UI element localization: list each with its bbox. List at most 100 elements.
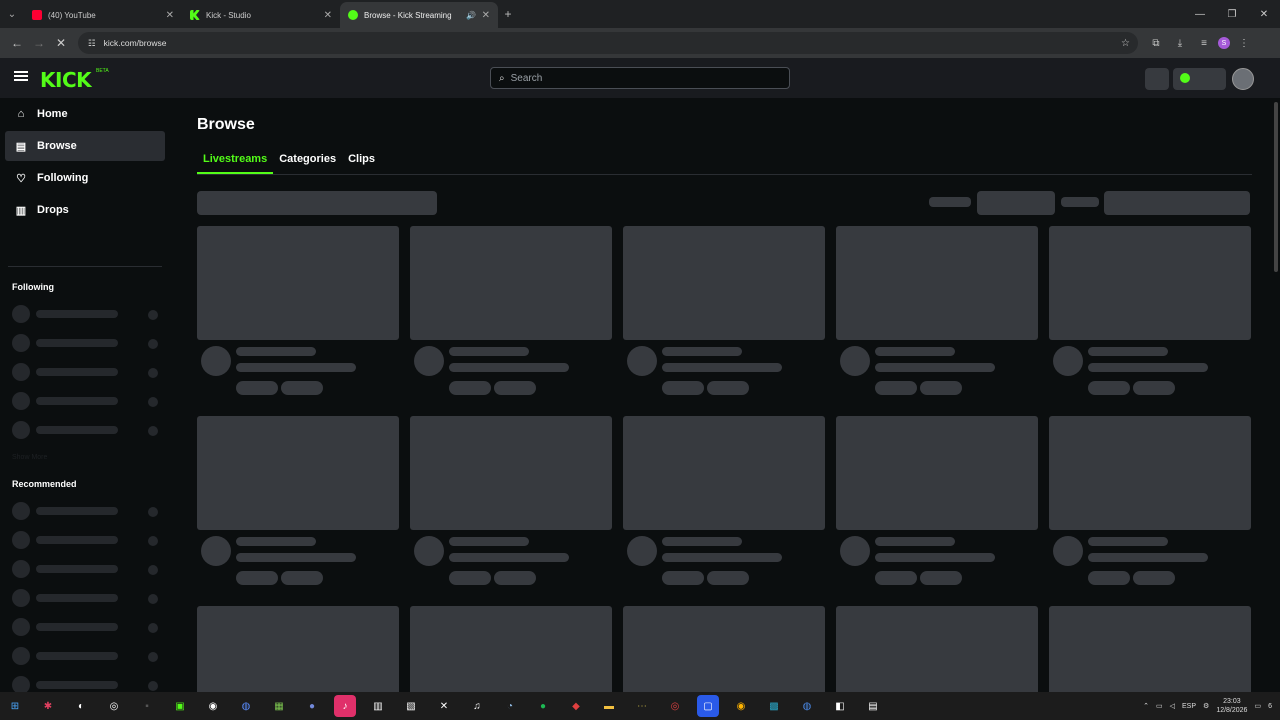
stream-card-tag xyxy=(449,571,491,585)
menu-dots-icon[interactable]: ⋮ xyxy=(1234,33,1254,53)
clock[interactable]: 23:03 12/8/2026 xyxy=(1216,697,1247,715)
stop-loading-button[interactable]: ✕ xyxy=(50,32,72,54)
recommended-skeleton-row xyxy=(12,676,162,692)
sidebar: ⌂ Home ▤ Browse ♡ Following ▥ Drops Foll… xyxy=(0,98,170,692)
stream-card-avatar xyxy=(627,536,657,566)
app-icon[interactable]: ✕ xyxy=(433,695,455,717)
app-icon[interactable]: ▪ xyxy=(136,695,158,717)
notification-icon[interactable]: ▭ xyxy=(1254,702,1261,710)
app-icon[interactable]: ▧ xyxy=(400,695,422,717)
extensions-icon[interactable]: ⧉ xyxy=(1146,33,1166,53)
app-icon[interactable]: ◎ xyxy=(664,695,686,717)
sidebar-item-home[interactable]: ⌂ Home xyxy=(5,99,165,129)
language-indicator[interactable]: ESP xyxy=(1182,703,1196,710)
following-skeleton-row xyxy=(12,305,162,323)
app-icon[interactable]: ◎ xyxy=(103,695,125,717)
sidebar-item-label: Drops xyxy=(37,204,69,216)
app-icon[interactable]: ◐ xyxy=(70,695,92,717)
search-input[interactable] xyxy=(510,72,771,84)
chrome-icon[interactable]: ◉ xyxy=(730,695,752,717)
close-icon[interactable]: ✕ xyxy=(324,10,332,21)
file-explorer-icon[interactable]: ▬ xyxy=(598,695,620,717)
tab-categories[interactable]: Categories xyxy=(273,152,342,174)
browse-icon: ▤ xyxy=(15,140,27,153)
media-control-icon[interactable]: ≡ xyxy=(1194,33,1214,53)
tab-clips[interactable]: Clips xyxy=(342,152,381,174)
site-info-icon[interactable]: ☷ xyxy=(88,38,96,49)
discord-icon[interactable]: ● xyxy=(301,695,323,717)
app-icon[interactable]: ▥ xyxy=(367,695,389,717)
app-icon[interactable]: ◍ xyxy=(796,695,818,717)
app-icon[interactable]: ◧ xyxy=(829,695,851,717)
sidebar-item-browse[interactable]: ▤ Browse xyxy=(5,131,165,161)
home-icon: ⌂ xyxy=(17,108,25,120)
close-icon[interactable]: ✕ xyxy=(482,10,490,21)
tab-browse-kick[interactable]: Browse - Kick Streaming 🔊 ✕ xyxy=(340,2,498,28)
stream-card-channel xyxy=(662,553,782,562)
windows-start-icon[interactable]: ⊞ xyxy=(4,695,26,717)
forward-button[interactable]: → xyxy=(28,32,50,54)
stream-card-channel xyxy=(875,553,995,562)
close-icon[interactable]: ✕ xyxy=(166,10,174,21)
stream-card-thumbnail xyxy=(410,226,612,340)
sidebar-item-drops[interactable]: ▥ Drops xyxy=(5,195,165,225)
app-icon[interactable]: ▦ xyxy=(268,695,290,717)
tab-title: Browse - Kick Streaming xyxy=(364,10,452,20)
network-icon[interactable]: ▭ xyxy=(1156,702,1163,710)
user-avatar[interactable] xyxy=(1232,68,1254,90)
maximize-icon[interactable]: ❐ xyxy=(1216,0,1248,28)
download-icon[interactable]: ⤓ xyxy=(1170,33,1190,53)
stream-card-thumbnail xyxy=(623,606,825,692)
page-scrollbar[interactable] xyxy=(1274,102,1278,272)
recommended-skeleton-row xyxy=(12,589,162,607)
show-more-link[interactable]: Show More xyxy=(12,454,47,461)
tab-livestreams[interactable]: Livestreams xyxy=(197,152,274,174)
stream-card-tag xyxy=(1133,571,1175,585)
stream-card-title xyxy=(236,537,316,546)
app-icon[interactable]: ⋯ xyxy=(631,695,653,717)
app-icon[interactable]: ▩ xyxy=(763,695,785,717)
close-window-icon[interactable]: ✕ xyxy=(1248,0,1280,28)
recommended-skeleton-row xyxy=(12,560,162,578)
spotify-icon[interactable]: ● xyxy=(532,695,554,717)
bookmark-star-icon[interactable]: ☆ xyxy=(1121,38,1130,49)
app-icon[interactable]: ◍ xyxy=(235,695,257,717)
stream-card-channel xyxy=(236,363,356,372)
stream-card-tag xyxy=(236,571,278,585)
app-icon[interactable]: ▢ xyxy=(697,695,719,717)
stream-card-tag xyxy=(494,571,536,585)
tiktok-icon[interactable]: ♫ xyxy=(466,695,488,717)
stream-card-avatar xyxy=(414,536,444,566)
kick-logo[interactable]: KICK xyxy=(40,68,92,92)
sidebar-item-following[interactable]: ♡ Following xyxy=(5,163,165,193)
app-icon[interactable]: ✱ xyxy=(37,695,59,717)
back-button[interactable]: ← xyxy=(6,32,28,54)
volume-icon[interactable]: ◁ xyxy=(1170,702,1175,710)
stream-card-tag xyxy=(875,571,917,585)
app-icon[interactable]: ▣ xyxy=(169,695,191,717)
tab-youtube[interactable]: (40) YouTube ✕ xyxy=(24,2,182,28)
tab-kick-studio[interactable]: Kick - Studio ✕ xyxy=(182,2,340,28)
new-tab-button[interactable]: + xyxy=(498,7,518,21)
app-icon[interactable]: ◆ xyxy=(565,695,587,717)
profile-avatar[interactable]: S xyxy=(1218,37,1230,49)
address-bar[interactable]: ☷ kick.com/browse ☆ xyxy=(78,32,1138,54)
steam-icon[interactable]: ◔ xyxy=(499,695,521,717)
minimize-icon[interactable]: — xyxy=(1184,0,1216,28)
stream-card-tag xyxy=(449,381,491,395)
stream-card-channel xyxy=(875,363,995,372)
sort-select-skeleton xyxy=(977,191,1055,215)
app-icon[interactable]: ♪ xyxy=(334,695,356,717)
tab-search-icon[interactable]: ⌄ xyxy=(0,0,24,28)
stream-card-avatar xyxy=(201,536,231,566)
audio-icon[interactable]: 🔊 xyxy=(466,11,476,20)
chevron-up-icon[interactable]: ⌃ xyxy=(1143,702,1149,710)
tab-title: Kick - Studio xyxy=(206,10,251,20)
app-icon[interactable]: ▤ xyxy=(862,695,884,717)
stream-card-channel xyxy=(662,363,782,372)
settings-icon[interactable]: ⚙ xyxy=(1203,702,1209,710)
search-bar[interactable]: ⌕ xyxy=(490,67,790,89)
app-icon[interactable]: ◉ xyxy=(202,695,224,717)
hamburger-menu-icon[interactable] xyxy=(14,71,28,81)
stream-card-channel xyxy=(1088,553,1208,562)
